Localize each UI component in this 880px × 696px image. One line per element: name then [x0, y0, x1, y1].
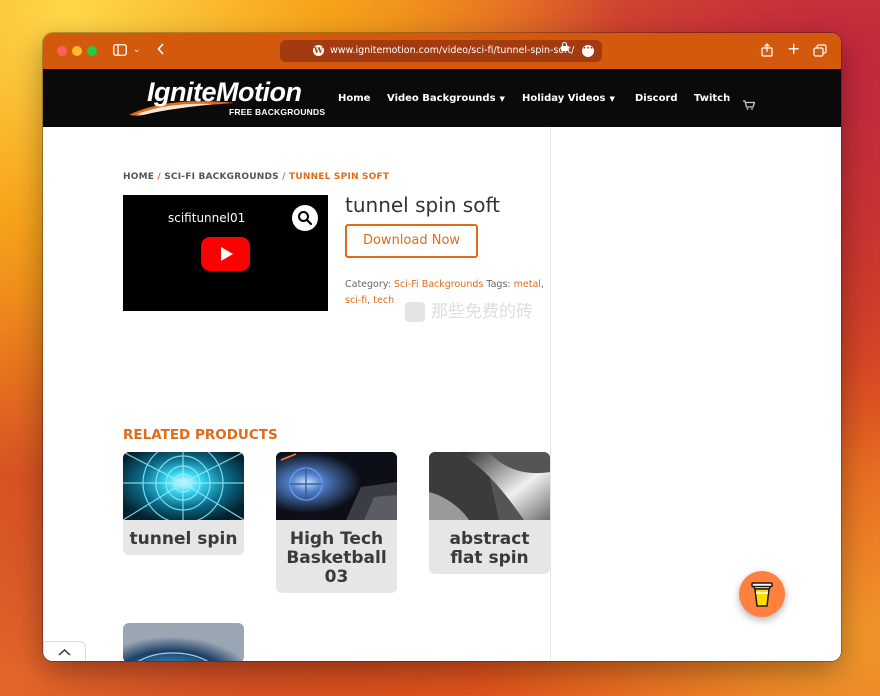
watermark-logo-icon [405, 302, 425, 322]
related-product-card[interactable]: tunnel spin [123, 452, 244, 555]
related-product-card[interactable] [123, 623, 244, 661]
close-window-button[interactable] [57, 46, 67, 56]
more-icon[interactable]: ··· [582, 45, 594, 57]
related-thumbnail [276, 452, 397, 520]
related-product-card[interactable]: abstract flat spin [429, 452, 550, 574]
url-text: www.ignitemotion.com/video/sci-fi/tunnel… [330, 45, 575, 56]
related-product-title[interactable]: High Tech Basketball 03 [276, 524, 397, 593]
logo-title: IgniteMotion [147, 77, 302, 107]
related-product-title[interactable]: tunnel spin [123, 524, 244, 555]
page-content: HOME / SCI-FI BACKGROUNDS / TUNNEL SPIN … [43, 127, 841, 661]
coffee-cup-icon [751, 582, 773, 607]
nav-discord[interactable]: Discord [635, 93, 678, 105]
related-product-title[interactable]: abstract flat spin [429, 524, 550, 574]
breadcrumb-category[interactable]: SCI-FI BACKGROUNDS [164, 172, 279, 182]
browser-window: ⌄ W www.ignitemotion.com/video/sci-fi/tu… [43, 33, 841, 661]
watermark-text: 那些免费的砖 [431, 302, 533, 322]
youtube-play-icon[interactable] [201, 237, 250, 271]
browser-toolbar: ⌄ W www.ignitemotion.com/video/sci-fi/tu… [43, 33, 841, 69]
watermark: 那些免费的砖 [405, 297, 533, 322]
breadcrumb-separator: / [278, 172, 289, 182]
buy-me-a-coffee-button[interactable] [739, 571, 785, 617]
related-thumbnail [123, 452, 244, 524]
tag-link[interactable]: metal [514, 279, 541, 290]
nav-home-label: Home [338, 93, 371, 104]
cart-icon[interactable] [743, 95, 756, 114]
tag-link[interactable]: tech [373, 295, 394, 306]
download-button[interactable]: Download Now [345, 224, 478, 258]
minimize-window-button[interactable] [72, 46, 82, 56]
tags-label: Tags: [486, 279, 511, 290]
breadcrumb-home[interactable]: HOME [123, 172, 154, 182]
chevron-left-icon[interactable] [157, 43, 165, 59]
scroll-to-top-button[interactable] [43, 641, 86, 661]
chevron-up-icon [58, 648, 71, 656]
wordpress-icon: W [313, 45, 324, 56]
nav-video-backgrounds[interactable]: Video Backgrounds ▼ [387, 93, 505, 105]
magnifier-icon[interactable] [292, 205, 318, 231]
plus-icon[interactable]: + [787, 41, 800, 57]
site-logo[interactable]: IgniteMotion FREE BACKGROUNDS [127, 77, 327, 119]
chevron-down-icon: ▼ [609, 95, 615, 103]
share-icon[interactable] [761, 43, 773, 61]
category-label: Category: [345, 279, 391, 290]
lock-icon [561, 42, 568, 51]
chevron-down-icon: ▼ [499, 95, 505, 103]
sidebar-icon[interactable] [113, 44, 127, 60]
related-thumbnail [429, 452, 550, 520]
nav-twitch-label: Twitch [694, 93, 731, 104]
video-title: scifitunnel01 [168, 211, 246, 225]
related-product-card[interactable]: High Tech Basketball 03 [276, 452, 397, 593]
nav-home[interactable]: Home [338, 93, 370, 105]
nav-discord-label: Discord [635, 93, 678, 104]
site-header: IgniteMotion FREE BACKGROUNDS Home Video… [43, 69, 841, 127]
sidebar-divider [550, 127, 551, 661]
breadcrumb-current: TUNNEL SPIN SOFT [288, 172, 390, 182]
tabs-icon[interactable] [813, 44, 827, 61]
product-title: tunnel spin soft [345, 193, 500, 217]
category-link[interactable]: Sci-Fi Backgrounds [394, 279, 483, 290]
nav-video-backgrounds-label: Video Backgrounds [387, 93, 496, 104]
nav-holiday-videos-label: Holiday Videos [522, 93, 606, 104]
product-video[interactable]: scifitunnel01 [123, 195, 328, 311]
zoom-window-button[interactable] [87, 46, 97, 56]
related-thumbnail [123, 623, 244, 661]
chevron-down-icon[interactable]: ⌄ [133, 43, 141, 57]
address-bar[interactable]: W www.ignitemotion.com/video/sci-fi/tunn… [280, 40, 602, 62]
logo-subtitle: FREE BACKGROUNDS [229, 107, 326, 117]
nav-holiday-videos[interactable]: Holiday Videos ▼ [522, 93, 615, 105]
tag-link[interactable]: sci-fi [345, 295, 367, 306]
related-products-heading: RELATED PRODUCTS [123, 427, 278, 443]
nav-twitch[interactable]: Twitch [694, 93, 730, 105]
breadcrumb-separator: / [154, 172, 165, 182]
breadcrumb: HOME / SCI-FI BACKGROUNDS / TUNNEL SPIN … [123, 172, 389, 182]
tag-separator: , [540, 279, 544, 290]
